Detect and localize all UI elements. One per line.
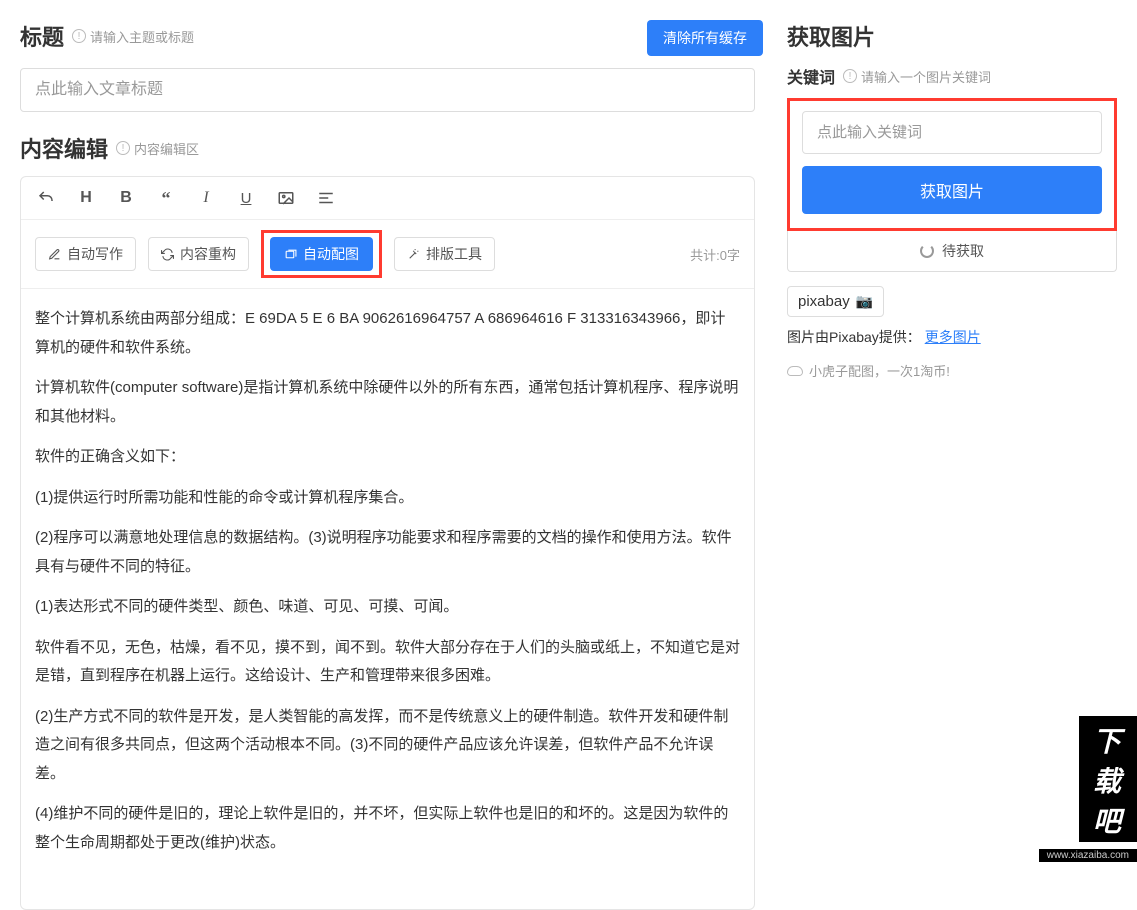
fetch-status: 待获取 (787, 231, 1117, 272)
credit-note: 小虎子配图，一次1淘币! (787, 361, 1117, 380)
heading-icon[interactable]: H (75, 187, 97, 209)
keyword-hint: ! 请输入一个图片关键词 (843, 67, 991, 86)
refresh-icon (161, 248, 174, 261)
keyword-highlight: 获取图片 (787, 98, 1117, 231)
layout-tools-button[interactable]: 排版工具 (394, 237, 495, 271)
keyword-row: 关键词 ! 请输入一个图片关键词 (787, 64, 1117, 88)
paragraph: (2)程序可以满意地处理信息的数据结构。(3)说明程序功能要求和程序需要的文档的… (35, 524, 740, 581)
clear-cache-button[interactable]: 清除所有缓存 (647, 20, 763, 56)
align-left-icon[interactable] (315, 187, 337, 209)
quote-icon[interactable]: “ (155, 187, 177, 209)
action-toolbar: 自动写作 内容重构 自动配图 排版工具 (21, 220, 754, 289)
info-icon: ! (843, 69, 857, 83)
pencil-icon (48, 248, 61, 261)
restructure-button[interactable]: 内容重构 (148, 237, 249, 271)
paragraph: 整个计算机系统由两部分组成：E 69DA 5 E 6 BA 9062616964… (35, 305, 740, 362)
auto-image-highlight: 自动配图 (261, 230, 382, 278)
title-hint: ! 请输入主题或标题 (72, 27, 194, 46)
paragraph: (4)维护不同的硬件是旧的，理论上软件是旧的，并不坏，但实际上软件也是旧的和坏的… (35, 800, 740, 857)
paragraph: 软件看不见，无色，枯燥，看不见，摸不到，闻不到。软件大部分存在于人们的头脑或纸上… (35, 634, 740, 691)
content-edit-header: 内容编辑 ! 内容编辑区 (20, 132, 763, 164)
title-header: 标题 ! 请输入主题或标题 清除所有缓存 (20, 20, 763, 56)
undo-icon[interactable] (35, 187, 57, 209)
watermark-url: www.xiazaiba.com (1039, 849, 1137, 862)
fetch-image-title: 获取图片 (787, 20, 1117, 52)
image-icon[interactable] (275, 187, 297, 209)
bold-icon[interactable]: B (115, 187, 137, 209)
credit-row: 图片由Pixabay提供： 更多图片 (787, 327, 1117, 347)
wand-icon (407, 248, 420, 261)
auto-image-button[interactable]: 自动配图 (270, 237, 373, 271)
fetch-image-button[interactable]: 获取图片 (802, 166, 1102, 214)
more-images-link[interactable]: 更多图片 (925, 329, 981, 345)
paragraph: (1)提供运行时所需功能和性能的命令或计算机程序集合。 (35, 484, 740, 513)
word-count: 共计:0字 (690, 245, 740, 264)
paragraph: 计算机软件(computer software)是指计算机系统中除硬件以外的所有… (35, 374, 740, 431)
editor-card: H B “ I U 自动写作 内容重构 (20, 176, 755, 910)
layers-icon (284, 248, 297, 261)
info-icon: ! (116, 141, 130, 155)
italic-icon[interactable]: I (195, 187, 217, 209)
content-edit-hint: ! 内容编辑区 (116, 139, 199, 158)
content-edit-label: 内容编辑 (20, 132, 108, 164)
spinner-icon (920, 244, 934, 258)
format-toolbar: H B “ I U (21, 177, 754, 220)
auto-write-button[interactable]: 自动写作 (35, 237, 136, 271)
keyword-input[interactable] (802, 111, 1102, 154)
cloud-icon (787, 366, 803, 376)
pixabay-badge: pixabay 📷 (787, 286, 884, 317)
editor-body[interactable]: 整个计算机系统由两部分组成：E 69DA 5 E 6 BA 9062616964… (21, 289, 754, 909)
paragraph: (1)表达形式不同的硬件类型、颜色、味道、可见、可摸、可闻。 (35, 593, 740, 622)
paragraph: (2)生产方式不同的软件是开发，是人类智能的高发挥，而不是传统意义上的硬件制造。… (35, 703, 740, 789)
title-input[interactable] (20, 68, 755, 112)
camera-icon: 📷 (856, 293, 873, 310)
keyword-label: 关键词 (787, 64, 835, 88)
underline-icon[interactable]: U (235, 187, 257, 209)
title-label: 标题 (20, 20, 64, 52)
info-icon: ! (72, 29, 86, 43)
paragraph: 软件的正确含义如下： (35, 443, 740, 472)
